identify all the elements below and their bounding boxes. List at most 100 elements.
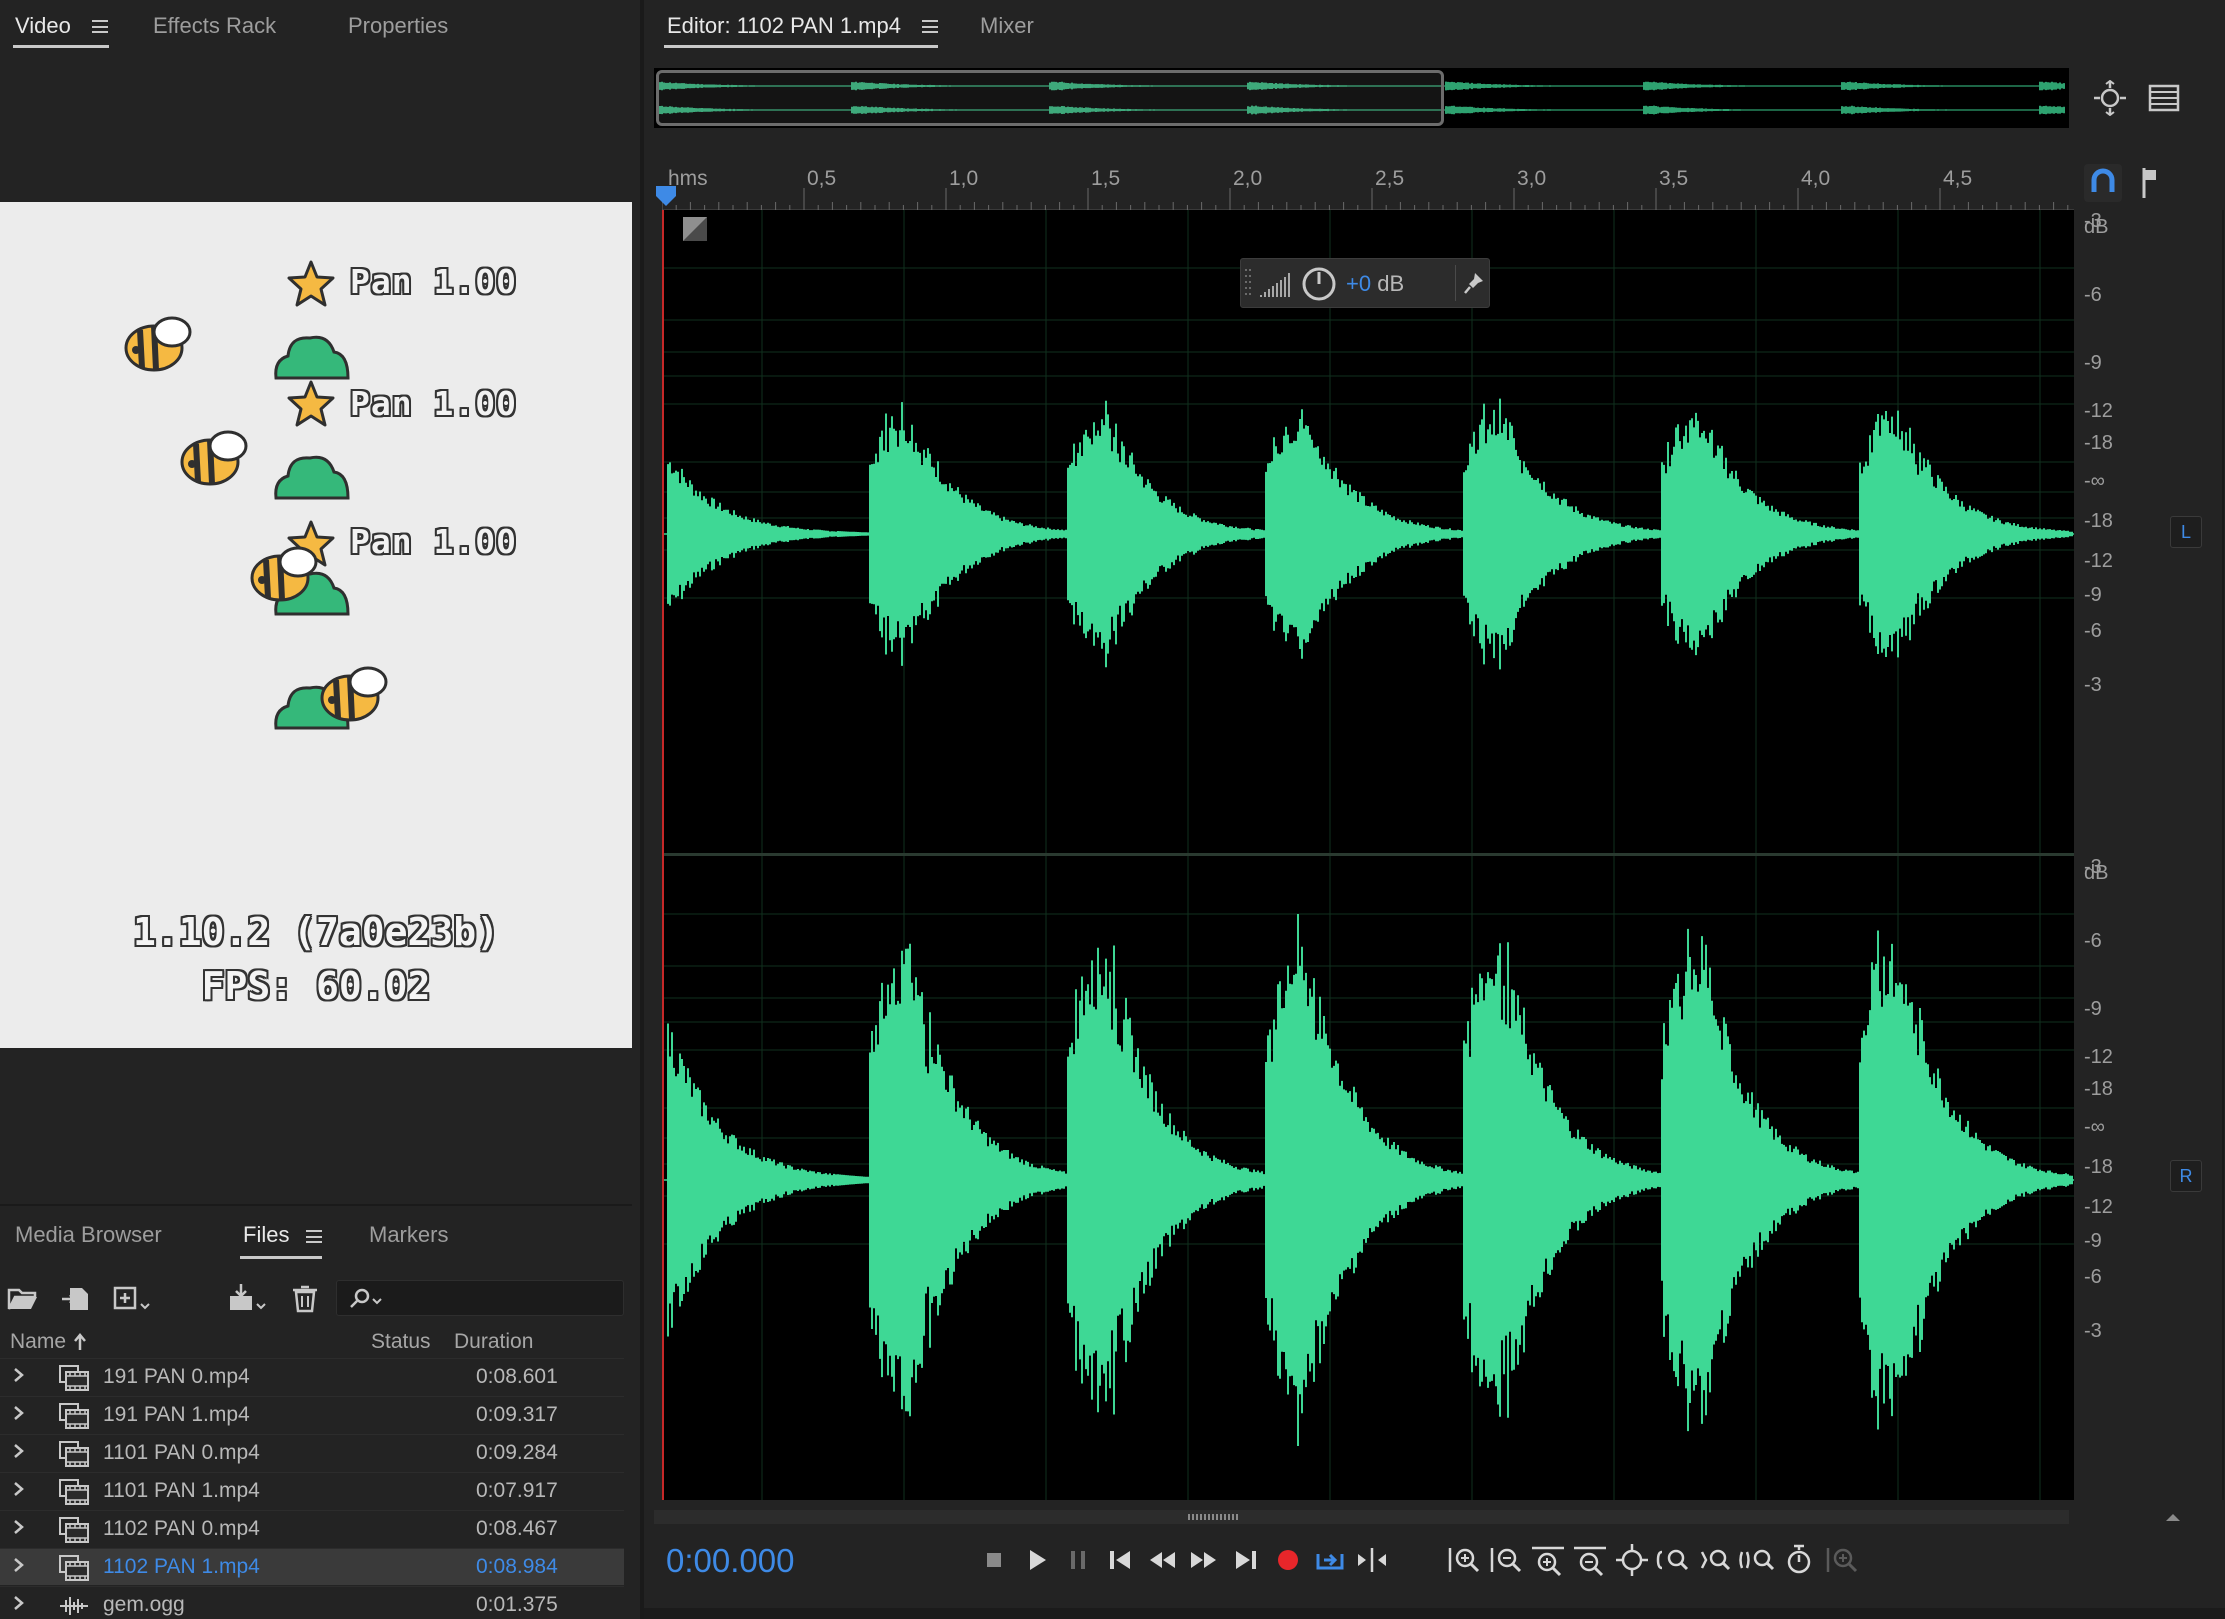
zoom-disabled-icon[interactable] [1822,1540,1862,1580]
fade-handle-icon[interactable] [682,216,708,242]
volume-hud[interactable]: +0 dB [1240,258,1490,308]
video-file-icon [59,1441,89,1467]
video-file-icon [59,1479,89,1505]
files-search-input[interactable] [336,1280,624,1316]
zoom-in-amplitude-icon[interactable] [1444,1540,1484,1580]
expand-chevron-icon[interactable] [12,1555,26,1575]
trash-icon[interactable] [288,1282,322,1314]
play-icon[interactable] [1016,1540,1056,1580]
snap-magnet-icon[interactable] [2084,164,2122,202]
expand-chevron-icon[interactable] [12,1593,26,1613]
list-view-icon[interactable] [2146,80,2182,116]
record-icon[interactable] [1268,1540,1308,1580]
expand-chevron-icon[interactable] [12,1517,26,1537]
tab-markers[interactable]: Markers [369,1222,448,1248]
video-menu-icon[interactable] [92,20,108,33]
go-to-start-icon[interactable] [1100,1540,1140,1580]
import-file-icon[interactable] [60,1282,94,1314]
time-ruler[interactable]: hms 0,51,01,52,02,53,03,54,04,55 [656,160,2097,210]
bush-icon [274,335,350,380]
files-menu-icon[interactable] [306,1230,322,1243]
file-row[interactable]: 1101 PAN 0.mp4 0:09.284 [0,1434,624,1471]
overview-visible-range[interactable] [656,70,1444,126]
skip-silence-icon[interactable] [1352,1540,1392,1580]
expand-chevron-icon[interactable] [12,1365,26,1385]
ruler-tick-label: 3,0 [1517,167,1547,190]
zoom-out-amplitude-icon[interactable] [1486,1540,1526,1580]
scrollbar-grip[interactable] [1188,1514,1238,1520]
channel-divider [662,853,2074,856]
ruler-tick-label: 2,0 [1233,167,1263,190]
tab-effects-rack[interactable]: Effects Rack [153,13,276,39]
db-label: -6 [2084,620,2102,642]
insert-into-icon[interactable] [226,1282,268,1314]
pan-label-1: Pan 1.00 [350,262,517,301]
volume-knob-icon[interactable] [1301,266,1337,302]
file-duration: 0:09.317 [476,1403,558,1426]
stop-icon[interactable] [974,1540,1014,1580]
playhead-handle-icon[interactable] [654,184,678,208]
expand-chevron-icon[interactable] [12,1441,26,1461]
hud-divider [1455,265,1456,301]
file-row[interactable]: 191 PAN 0.mp4 0:08.601 [0,1358,624,1395]
channel-right-badge[interactable]: R [2170,1160,2202,1192]
zoom-out-full-icon[interactable] [1612,1540,1652,1580]
db-label: -6 [2084,284,2102,306]
file-row[interactable]: gem.ogg 0:01.375 [0,1586,624,1619]
zoom-selection-both-icon[interactable] [1738,1540,1778,1580]
expand-chevron-icon[interactable] [12,1479,26,1499]
tab-video[interactable]: Video [15,13,71,39]
transport-bar: 0:00.000 [644,1510,2225,1619]
open-folder-icon[interactable] [6,1282,40,1314]
file-row[interactable]: 1102 PAN 1.mp4 0:08.984 [0,1548,624,1585]
editor-menu-icon[interactable] [922,20,938,33]
star-icon [287,260,335,307]
file-name: 1102 PAN 0.mp4 [103,1517,260,1540]
marker-pin-icon[interactable] [2136,166,2166,200]
tab-editor[interactable]: Editor: 1102 PAN 1.mp4 [667,13,901,39]
file-row[interactable]: 1102 PAN 0.mp4 0:08.467 [0,1510,624,1547]
current-time-display[interactable]: 0:00.000 [666,1542,794,1580]
horizontal-scrollbar[interactable] [654,1510,2069,1524]
zoom-out-time-icon[interactable] [1570,1540,1610,1580]
file-name: 1101 PAN 0.mp4 [103,1441,260,1464]
waveform-display[interactable] [662,210,2074,1500]
go-to-end-icon[interactable] [1226,1540,1266,1580]
status-strip [644,1608,2225,1619]
file-name: 1102 PAN 1.mp4 [103,1555,260,1578]
channel-left-badge[interactable]: L [2170,516,2202,548]
video-file-icon [59,1403,89,1429]
drag-grip-icon[interactable] [1243,263,1253,303]
zoom-reset-icon[interactable] [1780,1540,1820,1580]
zoom-selection-in-icon[interactable] [1696,1540,1736,1580]
new-file-icon[interactable] [112,1282,152,1314]
file-duration: 0:01.375 [476,1593,558,1616]
expand-chevron-icon[interactable] [12,1403,26,1423]
video-preview: Pan 1.00 Pan 1.00 Pan 1.00 1.10.2 (7a0e2… [0,202,632,1048]
zoom-to-selection-icon[interactable] [1654,1540,1694,1580]
pause-icon[interactable] [1058,1540,1098,1580]
db-label: -18 [2084,1078,2113,1100]
fast-forward-icon[interactable] [1184,1540,1224,1580]
tab-media-browser[interactable]: Media Browser [15,1222,162,1248]
zoom-navigator-icon[interactable] [2092,80,2128,116]
file-row[interactable]: 1101 PAN 1.mp4 0:07.917 [0,1472,624,1509]
volume-readout: +0 dB [1346,271,1404,297]
column-status[interactable]: Status [371,1330,431,1354]
game-fps: FPS: 60.02 [201,964,431,1008]
loop-playback-icon[interactable] [1310,1540,1350,1580]
pin-icon[interactable] [1463,271,1485,295]
tab-properties[interactable]: Properties [348,13,448,39]
file-name: 191 PAN 0.mp4 [103,1365,250,1388]
scroll-up-icon[interactable] [2164,1510,2182,1524]
file-duration: 0:08.984 [476,1555,558,1578]
bush-icon [274,455,350,500]
file-row[interactable]: 191 PAN 1.mp4 0:09.317 [0,1396,624,1433]
column-duration[interactable]: Duration [454,1330,533,1354]
column-name[interactable]: Name [10,1330,66,1354]
rewind-icon[interactable] [1142,1540,1182,1580]
tab-mixer[interactable]: Mixer [980,13,1034,39]
zoom-in-time-icon[interactable] [1528,1540,1568,1580]
tab-files[interactable]: Files [243,1222,289,1248]
active-tab-underline [13,45,109,48]
